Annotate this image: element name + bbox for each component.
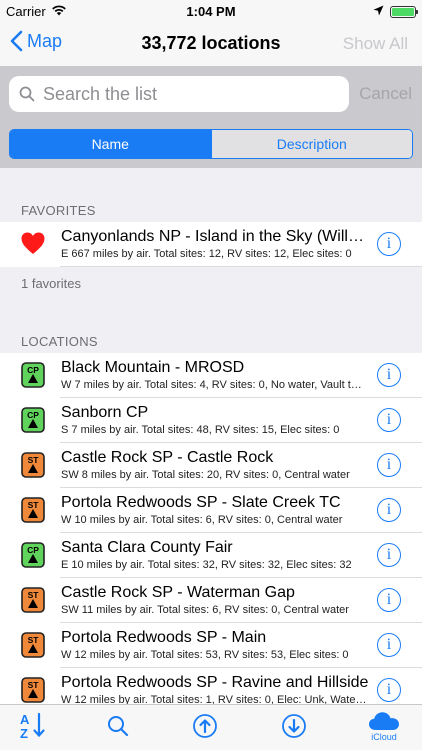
st-icon: ST bbox=[21, 452, 45, 478]
row-subtitle: S 7 miles by air. Total sites: 48, RV si… bbox=[61, 424, 340, 436]
st-icon: ST bbox=[21, 497, 45, 523]
row-subtitle: W 7 miles by air. Total sites: 4, RV sit… bbox=[61, 379, 367, 391]
row-subtitle: W 12 miles by air. Total sites: 53, RV s… bbox=[61, 649, 349, 661]
location-row[interactable]: CP Black Mountain - MROSD W 7 miles by air… bbox=[0, 353, 422, 398]
sort-az-tab[interactable]: A Z bbox=[14, 711, 54, 747]
location-row[interactable]: ST Portola Redwoods SP - Ravine and Hills… bbox=[0, 668, 422, 704]
row-separator bbox=[60, 266, 422, 267]
info-icon[interactable]: i bbox=[377, 363, 401, 387]
search-tab[interactable] bbox=[98, 711, 138, 747]
row-title: Canyonlands NP - Island in the Sky (Will… bbox=[61, 228, 369, 245]
tab-bar: A Z iCloud bbox=[0, 704, 422, 750]
st-icon: ST bbox=[21, 677, 45, 703]
svg-text:CP: CP bbox=[27, 545, 39, 555]
row-title: Portola Redwoods SP - Main bbox=[61, 629, 267, 646]
st-icon: ST bbox=[21, 587, 45, 613]
info-icon[interactable]: i bbox=[377, 408, 401, 432]
search-box[interactable] bbox=[9, 76, 349, 112]
location-row[interactable]: ST Castle Rock SP - Castle Rock SW 8 miles… bbox=[0, 443, 422, 488]
segmented-control: Name Description bbox=[9, 129, 413, 159]
svg-text:ST: ST bbox=[28, 635, 40, 645]
locations-header: LOCATIONS bbox=[21, 334, 98, 349]
row-title: Portola Redwoods SP - Slate Creek TC bbox=[61, 494, 341, 511]
favorite-row[interactable]: Canyonlands NP - Island in the Sky (Will… bbox=[0, 222, 422, 267]
segment-name[interactable]: Name bbox=[10, 130, 211, 158]
row-title: Portola Redwoods SP - Ravine and Hillsid… bbox=[61, 674, 369, 691]
info-icon[interactable]: i bbox=[377, 588, 401, 612]
info-icon[interactable]: i bbox=[377, 678, 401, 702]
status-bar: Carrier 1:04 PM bbox=[0, 0, 422, 22]
svg-text:CP: CP bbox=[27, 410, 39, 420]
info-icon[interactable]: i bbox=[377, 543, 401, 567]
info-icon[interactable]: i bbox=[377, 498, 401, 522]
row-subtitle: E 10 miles by air. Total sites: 32, RV s… bbox=[61, 559, 352, 571]
heart-icon bbox=[21, 232, 45, 254]
favorites-footer: 1 favorites bbox=[21, 276, 81, 291]
info-icon[interactable]: i bbox=[377, 232, 401, 256]
location-row[interactable]: ST Portola Redwoods SP - Slate Creek TC W … bbox=[0, 488, 422, 533]
battery-icon bbox=[390, 5, 418, 18]
upload-tab[interactable] bbox=[185, 711, 225, 747]
cloud-icon bbox=[369, 712, 399, 730]
location-row[interactable]: CP Santa Clara County Fair E 10 miles by a… bbox=[0, 533, 422, 578]
show-all-button[interactable]: Show All bbox=[343, 34, 408, 54]
svg-text:ST: ST bbox=[28, 590, 40, 600]
favorites-header: FAVORITES bbox=[21, 203, 96, 218]
search-icon bbox=[108, 716, 129, 737]
row-subtitle: W 12 miles by air. Total sites: 1, RV si… bbox=[61, 694, 367, 704]
svg-text:A: A bbox=[20, 712, 30, 727]
location-list[interactable]: FAVORITES Canyonlands NP - Island in the… bbox=[0, 168, 422, 704]
info-icon[interactable]: i bbox=[377, 633, 401, 657]
row-title: Castle Rock SP - Castle Rock bbox=[61, 449, 274, 466]
location-row[interactable]: ST Portola Redwoods SP - Main W 12 miles b… bbox=[0, 623, 422, 668]
row-subtitle: W 10 miles by air. Total sites: 6, RV si… bbox=[61, 514, 343, 526]
cp-icon: CP bbox=[21, 362, 45, 388]
st-icon: ST bbox=[21, 632, 45, 658]
location-arrow-icon bbox=[373, 4, 384, 19]
row-subtitle: SW 11 miles by air. Total sites: 6, RV s… bbox=[61, 604, 349, 616]
svg-text:CP: CP bbox=[27, 365, 39, 375]
download-tab[interactable] bbox=[274, 711, 314, 747]
row-subtitle: SW 8 miles by air. Total sites: 20, RV s… bbox=[61, 469, 350, 481]
segment-description[interactable]: Description bbox=[210, 130, 412, 158]
info-icon[interactable]: i bbox=[377, 453, 401, 477]
row-title: Black Mountain - MROSD bbox=[61, 359, 245, 376]
status-time: 1:04 PM bbox=[186, 4, 236, 19]
row-subtitle: E 667 miles by air. Total sites: 12, RV … bbox=[61, 248, 352, 260]
row-title: Santa Clara County Fair bbox=[61, 539, 233, 556]
row-title: Sanborn CP bbox=[61, 404, 149, 421]
upload-icon bbox=[193, 714, 217, 738]
row-title: Castle Rock SP - Waterman Gap bbox=[61, 584, 295, 601]
svg-text:Z: Z bbox=[20, 726, 28, 739]
svg-text:ST: ST bbox=[28, 680, 40, 690]
search-icon bbox=[19, 86, 35, 102]
search-input[interactable] bbox=[43, 83, 333, 105]
location-row[interactable]: ST Castle Rock SP - Waterman Gap SW 11 mil… bbox=[0, 578, 422, 623]
cp-icon: CP bbox=[21, 542, 45, 568]
nav-bar: Map 33,772 locations Show All bbox=[0, 22, 422, 66]
favorites-list: Canyonlands NP - Island in the Sky (Will… bbox=[0, 222, 422, 267]
svg-text:ST: ST bbox=[28, 455, 40, 465]
icloud-tab[interactable]: iCloud bbox=[364, 711, 404, 747]
svg-text:ST: ST bbox=[28, 500, 40, 510]
battery-fill bbox=[392, 7, 414, 16]
download-icon bbox=[282, 714, 306, 738]
locations-list: CP Black Mountain - MROSD W 7 miles by air… bbox=[0, 353, 422, 704]
cancel-button[interactable]: Cancel bbox=[359, 84, 412, 104]
location-row[interactable]: CP Sanborn CP S 7 miles by air. Total site… bbox=[0, 398, 422, 443]
cp-icon: CP bbox=[21, 407, 45, 433]
search-area: Cancel Name Description bbox=[0, 66, 422, 168]
icloud-tab-label: iCloud bbox=[371, 732, 397, 742]
sort-az-icon: A Z bbox=[20, 712, 45, 739]
